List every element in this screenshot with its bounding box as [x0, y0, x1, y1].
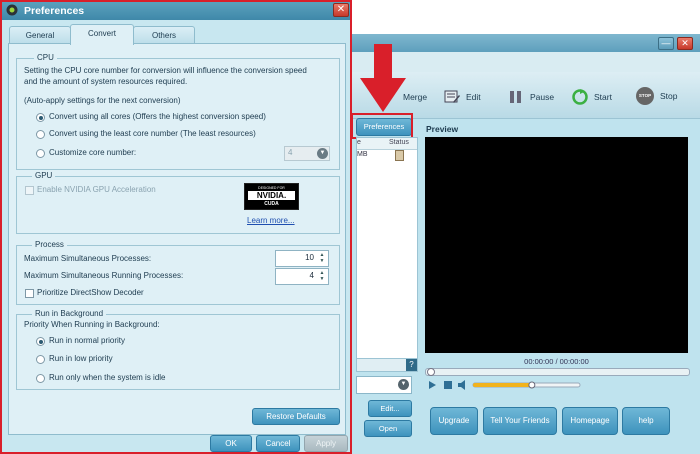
merge-label: Merge	[403, 92, 428, 102]
pause-label: Pause	[530, 92, 555, 102]
highlight-box	[351, 113, 413, 139]
normal-priority-label[interactable]: Run in normal priority	[49, 336, 125, 345]
status-icon	[395, 150, 404, 161]
least-cores-radio[interactable]	[36, 130, 45, 139]
red-arrow-annotation	[360, 44, 406, 116]
play-icon[interactable]	[429, 381, 436, 389]
all-cores-radio[interactable]	[36, 113, 45, 122]
low-priority-label[interactable]: Run in low priority	[49, 354, 113, 363]
start-label: Start	[594, 92, 612, 102]
file-list[interactable]: e Status MB	[356, 137, 418, 361]
minimize-icon[interactable]: —	[658, 37, 674, 50]
stop-icon: STOP	[636, 87, 654, 105]
ok-button[interactable]: OK	[210, 435, 252, 452]
prioritize-directshow-checkbox[interactable]	[25, 289, 34, 298]
gpu-legend: GPU	[32, 171, 56, 180]
start-icon	[572, 89, 588, 105]
max-running-stepper[interactable]: 4 ▲ ▼	[275, 268, 329, 285]
preview-screen	[425, 137, 688, 353]
gpu-acceleration-label: Enable NVIDIA GPU Acceleration	[37, 185, 156, 194]
cpu-description-line-2: and the amount of system resources requi…	[24, 77, 188, 86]
help-button[interactable]: help	[622, 407, 670, 435]
max-running-value: 4	[309, 271, 314, 280]
customize-cores-label[interactable]: Customize core number:	[49, 148, 136, 157]
pause-button[interactable]: Pause	[508, 89, 554, 105]
start-button[interactable]: Start	[572, 89, 612, 105]
normal-priority-radio[interactable]	[36, 337, 45, 346]
volume-level	[473, 383, 532, 387]
volume-handle[interactable]	[528, 381, 536, 389]
stepper-arrows-icon[interactable]: ▲ ▼	[317, 252, 327, 265]
volume-icon[interactable]	[458, 380, 465, 390]
playback-controls	[428, 379, 588, 391]
stop-label: Stop	[660, 91, 678, 101]
merge-button[interactable]: Merge	[403, 89, 427, 105]
chevron-down-icon: ▼	[398, 379, 409, 390]
chevron-down-icon: ▼	[317, 148, 328, 159]
close-icon[interactable]: ✕	[333, 3, 349, 17]
tab-others[interactable]: Others	[133, 26, 195, 44]
column-header[interactable]: e	[357, 139, 361, 146]
badge-line-3: CUDA	[264, 201, 279, 207]
pause-icon	[508, 90, 524, 104]
cancel-button[interactable]: Cancel	[256, 435, 300, 452]
status-column-header[interactable]: Status	[389, 139, 409, 146]
close-icon[interactable]: ✕	[677, 37, 693, 50]
seek-slider[interactable]	[425, 368, 690, 376]
learn-more-link[interactable]: Learn more...	[247, 216, 295, 225]
tab-convert[interactable]: Convert	[70, 24, 134, 45]
horizontal-scrollbar[interactable]: ?	[356, 358, 418, 372]
prioritize-directshow-label[interactable]: Prioritize DirectShow Decoder	[37, 288, 144, 297]
stop-icon[interactable]	[444, 381, 452, 389]
open-button[interactable]: Open	[364, 420, 412, 437]
edit-button[interactable]: Edit	[444, 89, 481, 105]
core-number-select[interactable]: 4 ▼	[284, 146, 330, 161]
least-cores-label[interactable]: Convert using the least core number (The…	[49, 129, 256, 138]
cpu-description-line-1: Setting the CPU core number for conversi…	[24, 66, 307, 75]
priority-label: Priority When Running in Background:	[24, 320, 160, 329]
max-processes-label: Maximum Simultaneous Processes:	[24, 254, 152, 263]
edit-icon	[444, 90, 460, 104]
background-legend: Run in Background	[32, 309, 107, 318]
tab-general[interactable]: General	[9, 26, 71, 44]
badge-line-1: DESIGNED FOR	[258, 186, 285, 190]
seek-handle[interactable]	[427, 368, 435, 376]
max-running-label: Maximum Simultaneous Running Processes:	[24, 271, 184, 280]
all-cores-label[interactable]: Convert using all cores (Offers the high…	[49, 112, 266, 121]
dialog-title-bar: Preferences	[2, 2, 350, 20]
tell-your-friends-button[interactable]: Tell Your Friends	[483, 407, 557, 435]
cpu-legend: CPU	[34, 53, 57, 62]
badge-line-2: NVIDIA.	[248, 191, 295, 200]
dialog-title: Preferences	[24, 5, 85, 17]
upgrade-button[interactable]: Upgrade	[430, 407, 478, 435]
max-processes-stepper[interactable]: 10 ▲ ▼	[275, 250, 329, 267]
nvidia-cuda-logo: DESIGNED FOR NVIDIA. CUDA	[244, 183, 299, 210]
preview-label: Preview	[426, 124, 459, 134]
timecode: 00:00:00 / 00:00:00	[524, 357, 589, 366]
auto-apply-note: (Auto-apply settings for the next conver…	[24, 96, 181, 105]
edit-label: Edit	[466, 92, 481, 102]
gpu-acceleration-checkbox[interactable]	[25, 186, 34, 195]
edit-profile-button[interactable]: Edit...	[368, 400, 412, 417]
app-logo-icon	[6, 4, 18, 16]
homepage-button[interactable]: Homepage	[562, 407, 618, 435]
core-number-value: 4	[288, 148, 293, 157]
low-priority-radio[interactable]	[36, 355, 45, 364]
file-size-cell: MB	[357, 151, 368, 158]
help-icon[interactable]: ?	[406, 359, 417, 371]
stop-button[interactable]: STOP Stop	[636, 87, 678, 105]
apply-button[interactable]: Apply	[304, 435, 348, 452]
stepper-arrows-icon[interactable]: ▲ ▼	[317, 270, 327, 283]
restore-defaults-button[interactable]: Restore Defaults	[252, 408, 340, 425]
idle-priority-label[interactable]: Run only when the system is idle	[49, 373, 166, 382]
idle-priority-radio[interactable]	[36, 374, 45, 383]
customize-cores-radio[interactable]	[36, 149, 45, 158]
max-processes-value: 10	[305, 253, 314, 262]
process-legend: Process	[32, 240, 67, 249]
profile-select[interactable]: ▼	[356, 376, 412, 394]
